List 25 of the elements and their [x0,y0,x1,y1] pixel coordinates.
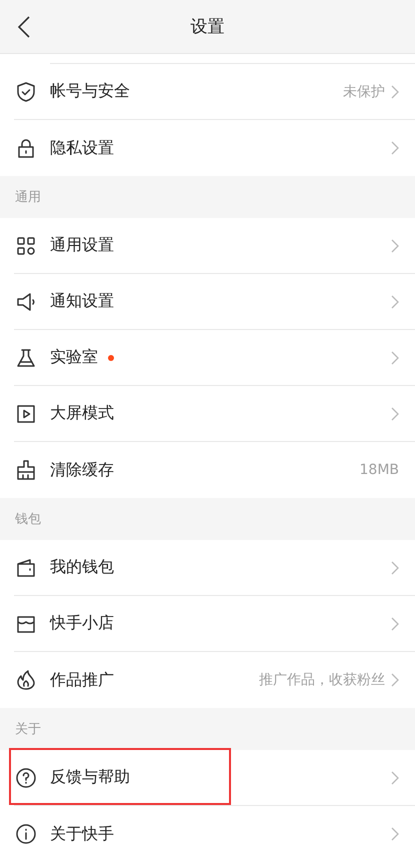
chevron-icon [391,616,399,630]
section-title: 关于 [15,721,41,738]
shield-icon [15,81,37,103]
flask-icon [15,347,37,369]
chevron-icon [391,770,399,784]
grid-icon [15,235,37,257]
brush-icon [15,459,37,481]
section-title: 钱包 [15,511,41,528]
chevron-icon [391,350,399,364]
speaker-icon [15,291,37,313]
play-icon [15,403,37,425]
chevron-icon [391,827,399,841]
page-title: 设置 [190,16,224,38]
chevron-icon [391,294,399,308]
chevron-icon [391,406,399,420]
chevron-icon [391,141,399,155]
flame-icon [15,669,37,691]
chevron-icon [391,673,399,687]
section-title: 通用 [15,189,41,206]
chevron-icon [391,238,399,252]
chevron-icon [391,560,399,574]
wallet-icon [15,557,37,579]
chevron-icon [391,84,399,98]
help-icon [15,767,37,789]
info-icon [15,823,37,845]
